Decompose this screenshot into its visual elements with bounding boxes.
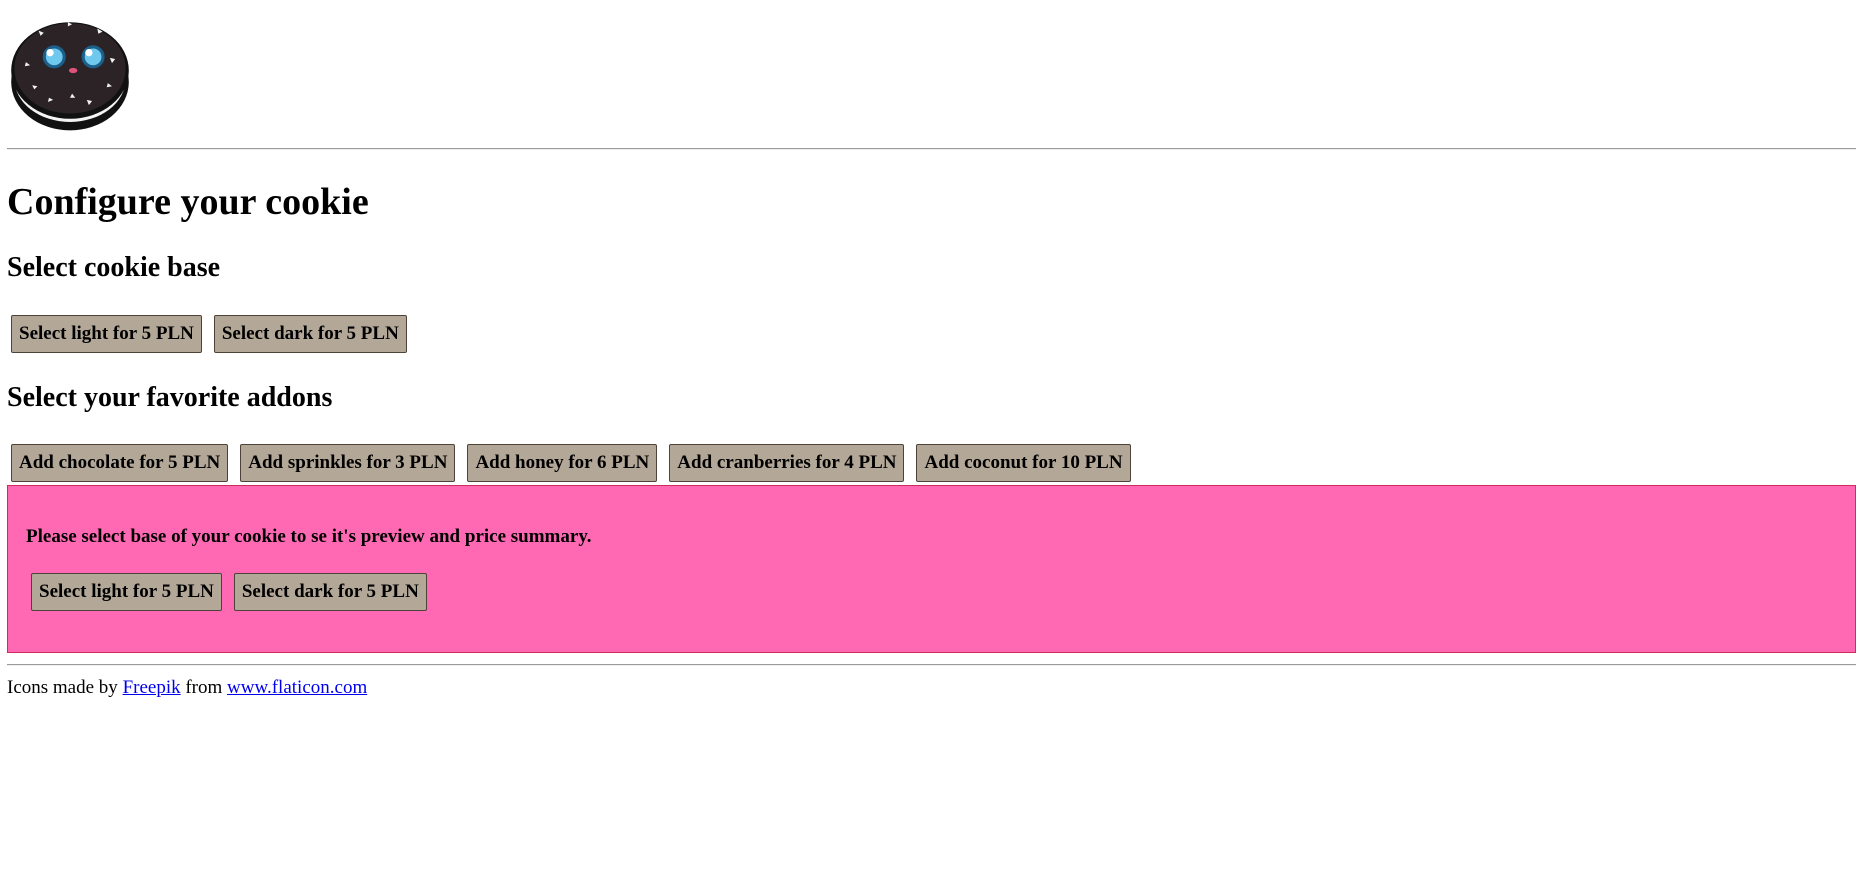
summary-select-dark-button[interactable]: Select dark for 5 PLN — [233, 573, 427, 611]
addons-heading: Select your favorite addons — [7, 382, 333, 413]
credits-prefix: Icons made by — [7, 677, 123, 698]
select-dark-base-button[interactable]: Select dark for 5 PLN — [213, 315, 407, 353]
summary-select-light-button[interactable]: Select light for 5 PLN — [31, 573, 222, 611]
cookie-base-buttons: Select light for 5 PLN Select dark for 5… — [11, 315, 407, 353]
page-title: Configure your cookie — [7, 181, 369, 223]
flaticon-link[interactable]: www.flaticon.com — [227, 677, 367, 698]
add-honey-button[interactable]: Add honey for 6 PLN — [467, 444, 658, 482]
add-chocolate-button[interactable]: Add chocolate for 5 PLN — [11, 444, 229, 482]
header-divider — [7, 148, 1856, 150]
cookie-mascot-icon — [11, 22, 129, 131]
select-light-base-button[interactable]: Select light for 5 PLN — [11, 315, 202, 353]
add-sprinkles-button[interactable]: Add sprinkles for 3 PLN — [240, 444, 456, 482]
summary-message: Please select base of your cookie to se … — [26, 526, 592, 547]
footer-divider — [7, 664, 1856, 666]
cookie-base-heading: Select cookie base — [7, 252, 221, 283]
credits-middle: from — [180, 677, 228, 698]
add-coconut-button[interactable]: Add coconut for 10 PLN — [916, 444, 1131, 482]
summary-base-buttons: Select light for 5 PLN Select dark for 5… — [31, 573, 427, 611]
icon-credits: Icons made by Freepik from www.flaticon.… — [7, 676, 367, 700]
freepik-link[interactable]: Freepik — [123, 677, 181, 698]
add-cranberries-button[interactable]: Add cranberries for 4 PLN — [669, 444, 905, 482]
summary-panel — [7, 485, 1856, 653]
addon-buttons: Add chocolate for 5 PLN Add sprinkles fo… — [11, 444, 1131, 482]
